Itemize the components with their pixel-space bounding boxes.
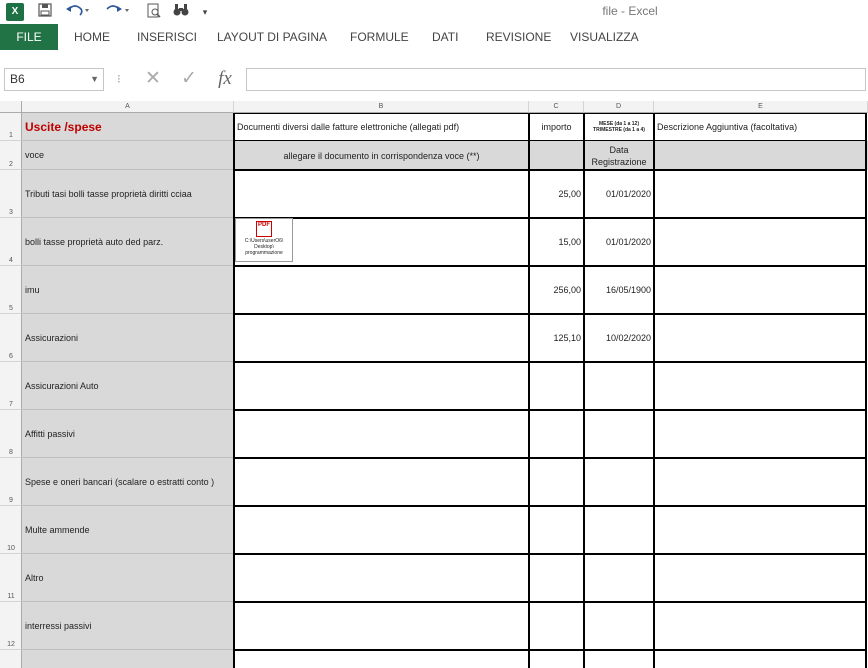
row-header-2[interactable]: 2 xyxy=(0,141,22,170)
cancel-icon[interactable]: ✕ xyxy=(140,68,166,90)
cell-voce[interactable]: Assicurazioni Auto xyxy=(22,362,234,410)
name-box-value: B6 xyxy=(10,72,25,86)
cell-voce[interactable]: Affitti passivi xyxy=(22,410,234,458)
cell-importo[interactable]: 25,00 xyxy=(529,170,584,218)
column-header-b[interactable]: B xyxy=(234,101,529,113)
border-line xyxy=(233,265,867,267)
tab-dati[interactable]: DATI xyxy=(432,24,458,50)
border-line xyxy=(865,113,867,668)
tab-revisione[interactable]: REVISIONE xyxy=(486,24,551,50)
row-header-5[interactable]: 5 xyxy=(0,266,22,314)
cell-voce[interactable]: Altro xyxy=(22,554,234,602)
tab-visualizza[interactable]: VISUALIZZA xyxy=(570,24,639,50)
cell-a2[interactable]: voce xyxy=(22,141,234,170)
border-line xyxy=(233,361,867,363)
border-line xyxy=(233,169,867,171)
row-header-1[interactable]: 1 xyxy=(0,113,22,141)
select-all-corner[interactable] xyxy=(0,101,22,113)
cell-e1[interactable]: Descrizione Aggiuntiva (facoltativa) xyxy=(654,113,868,141)
border-line xyxy=(233,505,867,507)
cell-d2[interactable]: Data Registrazione xyxy=(584,141,654,170)
cell-d1[interactable]: MESE (da 1 a 12) TRIMESTRE (da 1 a 4) xyxy=(584,113,654,141)
tab-formule[interactable]: FORMULE xyxy=(350,24,409,50)
row-header-4[interactable]: 4 xyxy=(0,218,22,266)
cell-importo[interactable]: 15,00 xyxy=(529,218,584,266)
pdf-attachment-path: C:\Users\userO6\ Desktop\ programmazione xyxy=(244,238,284,256)
row-header-7[interactable]: 7 xyxy=(0,362,22,410)
row-header-3[interactable]: 3 xyxy=(0,170,22,218)
cell-c2[interactable] xyxy=(529,141,584,170)
cell-voce[interactable]: Multe ammende xyxy=(22,506,234,554)
cell-voce[interactable]: interressi passivi xyxy=(22,602,234,650)
binoculars-icon[interactable] xyxy=(172,3,190,21)
tab-home[interactable]: HOME xyxy=(74,24,110,50)
column-header-e[interactable]: E xyxy=(654,101,868,113)
cell-voce[interactable]: Assicurazioni xyxy=(22,314,234,362)
customize-toolbar-icon[interactable]: ▾ xyxy=(200,3,210,21)
chevron-down-icon[interactable]: ▼ xyxy=(90,69,99,90)
cell-voce[interactable]: Tributi tasi bolli tasse proprietà dirit… xyxy=(22,170,234,218)
cell-b1[interactable]: Documenti diversi dalle fatture elettron… xyxy=(234,113,529,141)
column-header-c[interactable]: C xyxy=(529,101,584,113)
window-title: file - Excel xyxy=(602,4,658,18)
border-line xyxy=(233,140,867,141)
cell-data[interactable]: 16/05/1900 xyxy=(584,266,654,314)
name-box[interactable]: B6 ▼ xyxy=(4,68,104,91)
cell-voce[interactable] xyxy=(22,650,234,668)
row-header-8[interactable]: 8 xyxy=(0,410,22,458)
row-header-6[interactable]: 6 xyxy=(0,314,22,362)
column-header-a[interactable]: A xyxy=(22,101,234,113)
cell-a1[interactable]: Uscite /spese xyxy=(22,113,234,141)
border-line xyxy=(528,113,530,668)
border-line xyxy=(233,409,867,411)
pdf-file-icon: PDF xyxy=(256,221,272,237)
row-header-13[interactable] xyxy=(0,650,22,668)
tab-inserisci[interactable]: INSERISCI xyxy=(137,24,197,50)
cell-data[interactable]: 10/02/2020 xyxy=(584,314,654,362)
border-line xyxy=(233,553,867,555)
save-icon[interactable] xyxy=(36,3,54,21)
cell-voce[interactable]: Spese e oneri bancari (scalare o estratt… xyxy=(22,458,234,506)
cell-voce[interactable]: bolli tasse proprietà auto ded parz. xyxy=(22,218,234,266)
insert-function-icon[interactable]: fx xyxy=(212,68,238,90)
border-line xyxy=(233,313,867,315)
cell-importo[interactable]: 256,00 xyxy=(529,266,584,314)
title-bar: X ▾ file - Excel xyxy=(0,0,868,24)
border-line xyxy=(583,113,585,668)
border-line xyxy=(233,217,867,219)
border-line xyxy=(233,649,867,651)
formula-bar: B6 ▼ ⁝ ✕ ✓ fx xyxy=(0,66,868,94)
border-line xyxy=(233,457,867,459)
formula-input[interactable] xyxy=(246,68,866,91)
excel-logo-icon: X xyxy=(6,3,24,21)
tab-file[interactable]: FILE xyxy=(0,24,58,50)
cell-b2[interactable]: allegare il documento in corrispondenza … xyxy=(234,141,529,170)
cell-e2[interactable] xyxy=(654,141,868,170)
cell-data[interactable]: 01/01/2020 xyxy=(584,218,654,266)
row-header-10[interactable]: 10 xyxy=(0,506,22,554)
pdf-attachment-object[interactable]: PDF C:\Users\userO6\ Desktop\ programmaz… xyxy=(235,218,293,262)
ribbon-tabs: FILE HOME INSERISCI LAYOUT DI PAGINA FOR… xyxy=(0,24,868,52)
formula-bar-grip-icon[interactable]: ⁝ xyxy=(117,72,121,86)
print-preview-icon[interactable] xyxy=(146,3,162,21)
cell-data[interactable]: 01/01/2020 xyxy=(584,170,654,218)
border-line xyxy=(653,113,655,668)
row-header-12[interactable]: 12 xyxy=(0,602,22,650)
column-header-d[interactable]: D xyxy=(584,101,654,113)
row-header-9[interactable]: 9 xyxy=(0,458,22,506)
cell-voce[interactable]: imu xyxy=(22,266,234,314)
cell-importo[interactable]: 125,10 xyxy=(529,314,584,362)
redo-icon[interactable] xyxy=(104,3,132,21)
row-header-11[interactable]: 11 xyxy=(0,554,22,602)
border-line xyxy=(233,113,235,668)
cell-c1[interactable]: importo xyxy=(529,113,584,141)
border-line xyxy=(233,601,867,603)
undo-icon[interactable] xyxy=(64,3,92,21)
enter-check-icon[interactable]: ✓ xyxy=(176,68,202,90)
border-line xyxy=(233,113,867,114)
worksheet-grid[interactable]: A B C D E 1 2 3 4 5 6 7 8 9 10 11 12 Usc… xyxy=(0,101,868,668)
tab-layout-di-pagina[interactable]: LAYOUT DI PAGINA xyxy=(217,24,327,50)
